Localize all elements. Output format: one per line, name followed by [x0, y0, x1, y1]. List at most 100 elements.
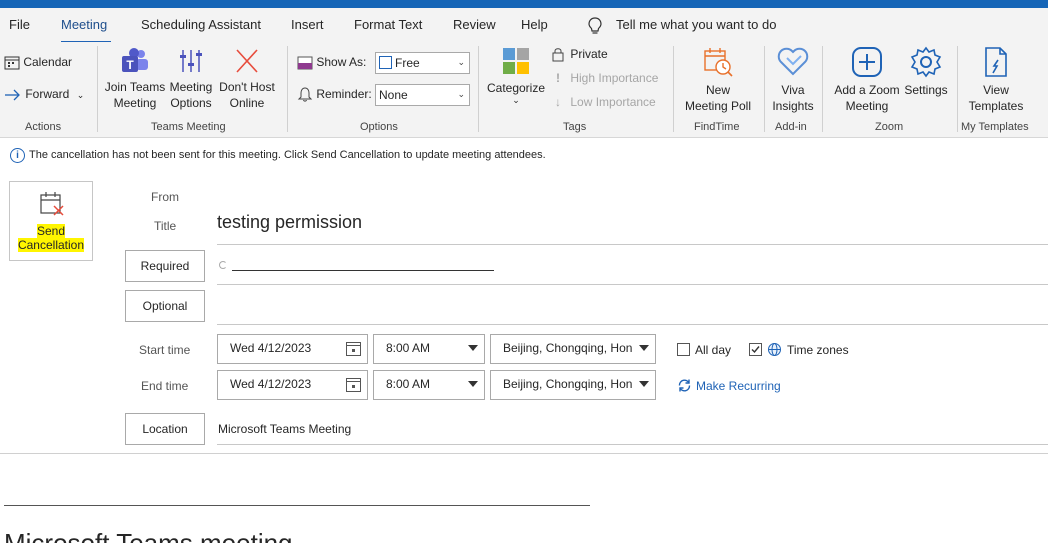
body-heading: Microsoft Teams meeting [4, 528, 293, 543]
meeting-options-line1: Meeting [169, 80, 213, 94]
all-day-checkbox[interactable] [677, 343, 690, 356]
send-cancellation-button[interactable]: Send Cancellation [9, 181, 93, 261]
location-button[interactable]: Location [125, 413, 205, 445]
viva-insights-button[interactable]: Viva Insights [766, 46, 820, 114]
title-label: Title [154, 219, 177, 233]
lock-icon [552, 48, 564, 62]
end-time-label: End time [141, 379, 189, 393]
location-underline [217, 444, 1048, 445]
cancel-calendar-icon [40, 192, 64, 216]
ribbon-separator [478, 46, 479, 132]
teams-icon: T [122, 48, 148, 72]
required-attendees-input[interactable] [217, 256, 1048, 280]
end-timezone-dropdown[interactable]: Beijing, Chongqing, Hon [490, 370, 656, 400]
add-zoom-plus-icon [852, 47, 882, 77]
sliders-icon [180, 50, 202, 72]
chevron-down-icon: ⌄ [457, 89, 465, 99]
join-teams-meeting-button[interactable]: T Join Teams Meeting [104, 47, 166, 111]
reminder-dropdown[interactable]: None ⌄ [375, 84, 470, 106]
from-label: From [151, 190, 179, 204]
group-label-add-in: Add-in [775, 121, 807, 133]
high-importance-label: High Importance [570, 71, 659, 85]
close-x-icon [236, 49, 258, 73]
add-zoom-line2: Meeting [845, 99, 889, 113]
forward-button[interactable]: Forward ⌄ [4, 87, 84, 101]
dont-host-online-button[interactable]: Don't Host Online [216, 47, 278, 111]
meeting-poll-line1: New [705, 83, 730, 97]
tab-insert[interactable]: Insert [291, 17, 324, 32]
start-time-value: 8:00 AM [386, 341, 431, 355]
lightbulb-icon [588, 17, 602, 34]
tab-file[interactable]: File [9, 17, 30, 32]
categorize-button[interactable]: Categorize ⌄ [485, 46, 547, 105]
new-meeting-poll-button[interactable]: New Meeting Poll [680, 46, 756, 114]
high-importance-button[interactable]: ! High Importance [551, 71, 658, 85]
start-time-dropdown[interactable]: 8:00 AM [373, 334, 485, 364]
start-timezone-dropdown[interactable]: Beijing, Chongqing, Hon [490, 334, 656, 364]
chevron-down-icon: ⌄ [76, 90, 85, 100]
low-importance-label: Low Importance [570, 95, 656, 109]
join-teams-line2: Meeting [113, 96, 157, 110]
optional-attendees-input[interactable] [217, 296, 1048, 320]
show-as-dropdown[interactable]: Free ⌄ [375, 52, 470, 74]
exclamation-icon: ! [556, 71, 560, 85]
ribbon: Calendar Forward ⌄ Actions T Join Teams … [0, 42, 1048, 138]
make-recurring-link[interactable]: Make Recurring [696, 379, 781, 393]
title-input[interactable]: testing permission [217, 212, 362, 233]
zoom-settings-button[interactable]: Settings [902, 46, 950, 98]
reminder-value: None [379, 88, 408, 102]
title-bar [0, 0, 1048, 8]
join-teams-line1: Join Teams [104, 80, 166, 94]
dont-host-line1: Don't Host [219, 80, 275, 94]
time-zones-label: Time zones [787, 343, 849, 357]
ribbon-separator [957, 46, 958, 132]
down-arrow-icon: ↓ [555, 95, 561, 109]
calendar-icon [346, 378, 361, 392]
group-label-my-templates: My Templates [961, 121, 1029, 133]
start-date-value: Wed 4/12/2023 [230, 341, 312, 355]
viva-insights-icon [777, 47, 809, 76]
gear-icon [910, 46, 942, 78]
tell-me-search[interactable]: Tell me what you want to do [616, 17, 776, 32]
tab-meeting[interactable]: Meeting [61, 17, 107, 32]
add-zoom-meeting-button[interactable]: Add a Zoom Meeting [830, 46, 904, 114]
required-attendee-redacted [232, 270, 494, 271]
body-horizontal-rule [4, 505, 590, 506]
required-button[interactable]: Required [125, 250, 205, 282]
dont-host-line2: Online [229, 96, 265, 110]
svg-text:T: T [126, 58, 134, 72]
end-time-dropdown[interactable]: 8:00 AM [373, 370, 485, 400]
menu-bar: File Meeting Scheduling Assistant Insert… [0, 8, 1048, 44]
bell-icon [297, 87, 313, 102]
location-input[interactable]: Microsoft Teams Meeting [218, 422, 351, 436]
show-as-value: Free [395, 56, 420, 70]
tab-format-text[interactable]: Format Text [354, 17, 422, 32]
info-bar: i The cancellation has not been sent for… [0, 139, 1048, 171]
group-label-findtime: FindTime [694, 121, 740, 133]
start-date-picker[interactable]: Wed 4/12/2023 [217, 334, 368, 364]
view-templates-button[interactable]: View Templates [962, 46, 1030, 114]
required-underline [217, 284, 1048, 285]
group-label-teams-meeting: Teams Meeting [151, 121, 226, 133]
meeting-options-button[interactable]: Meeting Options [166, 47, 216, 111]
end-date-picker[interactable]: Wed 4/12/2023 [217, 370, 368, 400]
ribbon-separator [673, 46, 674, 132]
private-button[interactable]: Private [551, 47, 608, 62]
calendar-button[interactable]: Calendar [4, 55, 72, 70]
ribbon-separator [822, 46, 823, 132]
group-label-actions: Actions [25, 121, 62, 133]
time-zones-checkbox[interactable] [749, 343, 762, 356]
all-day-label: All day [695, 343, 732, 357]
forward-label: Forward [25, 87, 70, 101]
chevron-down-icon [468, 381, 478, 387]
chevron-down-icon [639, 381, 649, 387]
private-label: Private [570, 47, 608, 61]
optional-button[interactable]: Optional [125, 290, 205, 322]
tab-review[interactable]: Review [453, 17, 496, 32]
tab-help[interactable]: Help [521, 17, 548, 32]
viva-insights-line1: Viva [781, 83, 805, 97]
low-importance-button[interactable]: ↓ Low Importance [551, 95, 656, 109]
loading-spinner-icon [219, 261, 227, 269]
recurring-icon [678, 379, 691, 392]
tab-scheduling-assistant[interactable]: Scheduling Assistant [141, 17, 261, 32]
